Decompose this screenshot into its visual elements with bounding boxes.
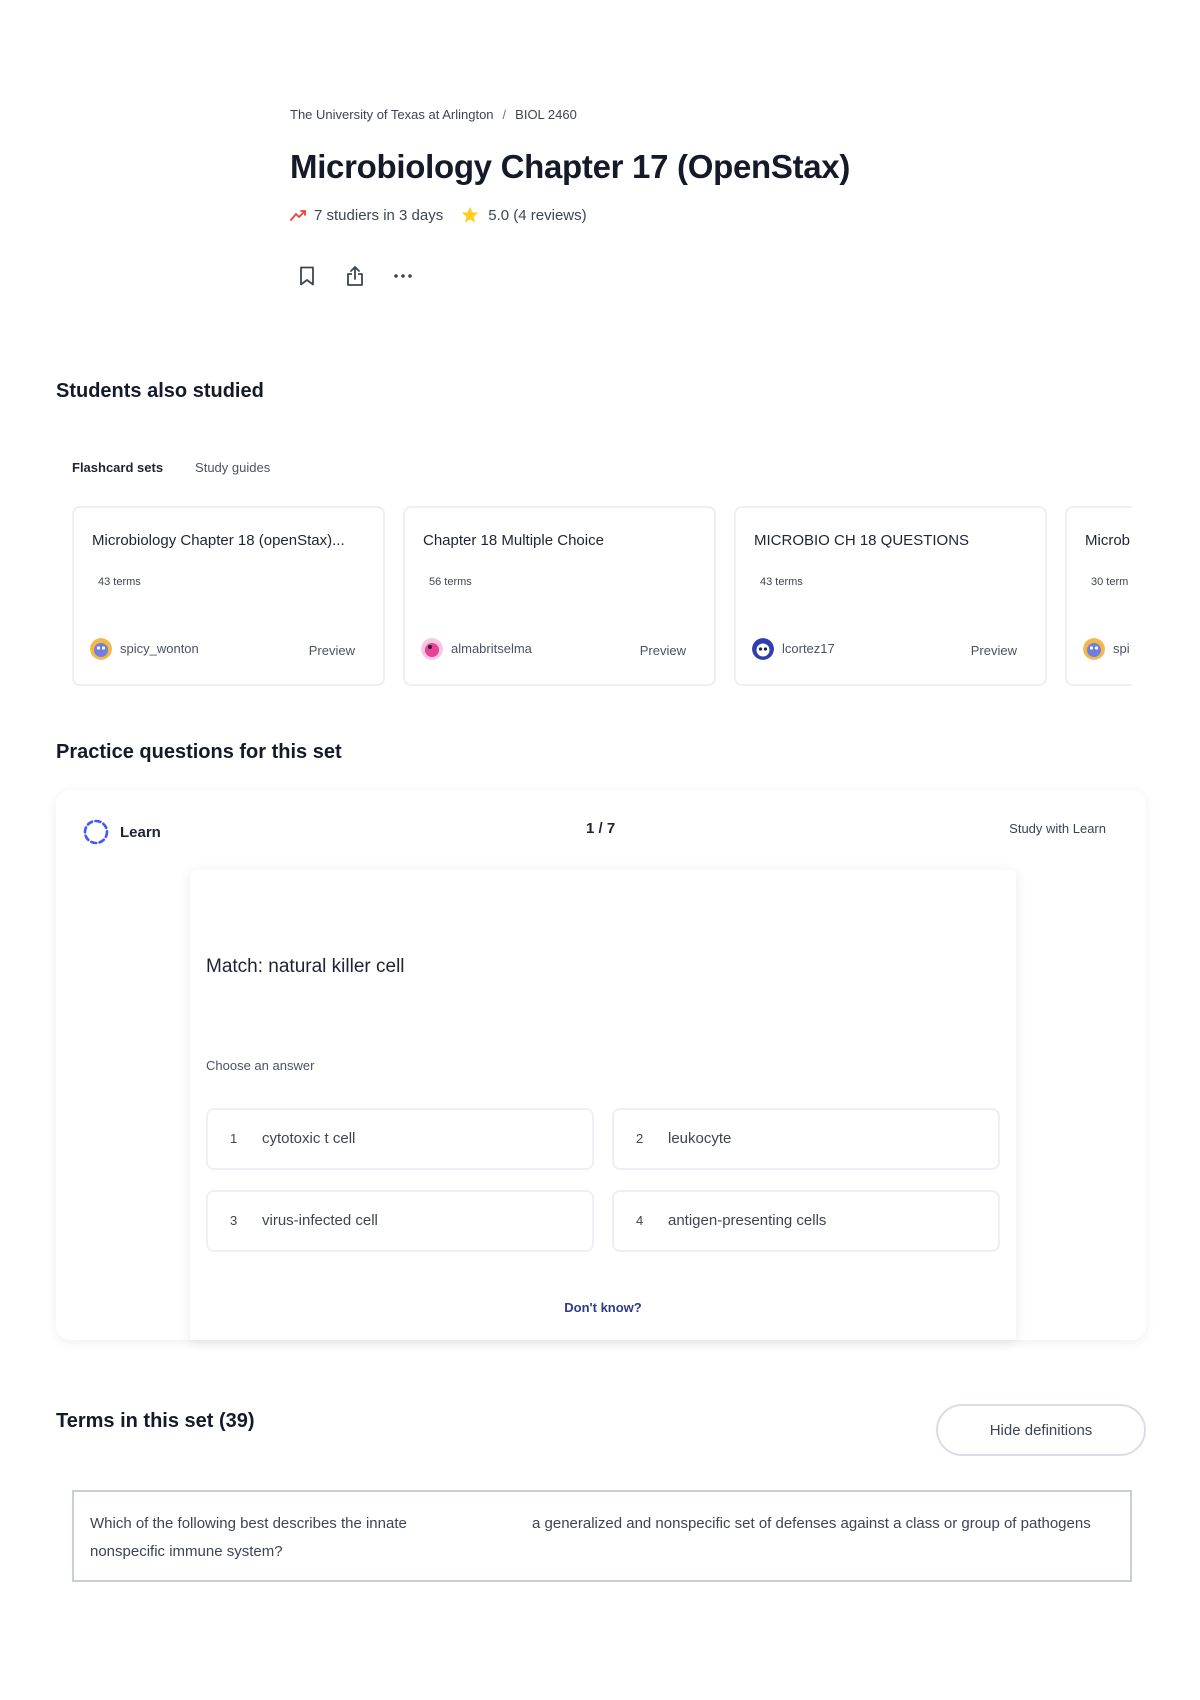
avatar bbox=[90, 638, 112, 660]
learn-mode-label: Learn bbox=[82, 818, 161, 846]
question-progress: 1 / 7 bbox=[586, 820, 616, 837]
card-title: MICROBIO CH 18 QUESTIONS bbox=[754, 532, 970, 549]
breadcrumb: The University of Texas at Arlington / B… bbox=[290, 107, 577, 122]
more-button[interactable] bbox=[392, 264, 414, 288]
question-prompt: Match: natural killer cell bbox=[206, 956, 405, 977]
card-title: Microb bbox=[1085, 532, 1131, 549]
tab-flashcard-sets[interactable]: Flashcard sets bbox=[72, 460, 163, 475]
bookmark-icon bbox=[300, 266, 314, 286]
option-number: 2 bbox=[636, 1131, 644, 1146]
set-meta: 7 studiers in 3 days 5.0 (4 reviews) bbox=[290, 206, 587, 224]
dont-know-button[interactable]: Don't know? bbox=[190, 1300, 1016, 1315]
option-text: antigen-presenting cells bbox=[668, 1212, 827, 1229]
card-term-count: 43 terms bbox=[98, 576, 141, 588]
card-term-count: 30 term bbox=[1091, 576, 1129, 588]
avatar bbox=[752, 638, 774, 660]
page-title: Microbiology Chapter 17 (OpenStax) bbox=[290, 148, 851, 185]
related-set-card[interactable]: MICROBIO CH 18 QUESTIONS 43 terms lcorte… bbox=[734, 506, 1047, 686]
card-title: Microbiology Chapter 18 (openStax)... bbox=[92, 532, 345, 549]
avatar bbox=[421, 638, 443, 660]
card-title: Chapter 18 Multiple Choice bbox=[423, 532, 604, 549]
related-set-card[interactable]: Microb 30 term spi bbox=[1065, 506, 1132, 686]
terms-title: Terms in this set (39) bbox=[56, 1410, 255, 1432]
card-username[interactable]: lcortez17 bbox=[782, 641, 835, 656]
definition-text: a generalized and nonspecific set of def… bbox=[532, 1515, 1091, 1532]
answer-option-2[interactable]: 2 leukocyte bbox=[612, 1108, 1000, 1170]
term-text: Which of the following best describes th… bbox=[90, 1515, 407, 1560]
avatar bbox=[1083, 638, 1105, 660]
answer-option-4[interactable]: 4 antigen-presenting cells bbox=[612, 1190, 1000, 1252]
related-set-card[interactable]: Microbiology Chapter 18 (openStax)... 43… bbox=[72, 506, 385, 686]
card-username[interactable]: almabritselma bbox=[451, 641, 532, 656]
option-number: 1 bbox=[230, 1131, 238, 1146]
related-sets-carousel: Microbiology Chapter 18 (openStax)... 43… bbox=[72, 506, 1132, 690]
breadcrumb-separator: / bbox=[502, 107, 507, 122]
preview-button[interactable]: Preview bbox=[640, 643, 686, 658]
answer-option-3[interactable]: 3 virus-infected cell bbox=[206, 1190, 594, 1252]
option-text: virus-infected cell bbox=[262, 1212, 378, 1229]
answer-option-1[interactable]: 1 cytotoxic t cell bbox=[206, 1108, 594, 1170]
card-username[interactable]: spi bbox=[1113, 641, 1130, 656]
choose-answer-label: Choose an answer bbox=[206, 1058, 315, 1073]
study-with-learn-link[interactable]: Study with Learn bbox=[1009, 821, 1106, 836]
rating[interactable]: 5.0 (4 reviews) bbox=[488, 207, 586, 224]
trending-icon bbox=[290, 210, 306, 221]
learn-icon bbox=[83, 819, 109, 845]
card-term-count: 56 terms bbox=[429, 576, 472, 588]
star-icon bbox=[462, 206, 479, 223]
card-term-count: 43 terms bbox=[760, 576, 803, 588]
breadcrumb-course[interactable]: BIOL 2460 bbox=[515, 107, 577, 122]
term-row: Which of the following best describes th… bbox=[72, 1490, 1132, 1582]
share-icon bbox=[347, 266, 363, 286]
practice-panel: Learn 1 / 7 Study with Learn Match: natu… bbox=[56, 790, 1146, 1340]
hide-definitions-button[interactable]: Hide definitions bbox=[936, 1404, 1146, 1456]
card-username[interactable]: spicy_wonton bbox=[120, 641, 199, 656]
tab-study-guides[interactable]: Study guides bbox=[195, 460, 270, 475]
option-text: leukocyte bbox=[668, 1130, 732, 1147]
share-button[interactable] bbox=[344, 264, 366, 288]
bookmark-button[interactable] bbox=[296, 264, 318, 288]
preview-button[interactable]: Preview bbox=[971, 643, 1017, 658]
learn-mode-text: Learn bbox=[120, 823, 161, 841]
students-also-studied-title: Students also studied bbox=[56, 380, 264, 402]
set-actions bbox=[296, 264, 414, 288]
option-text: cytotoxic t cell bbox=[262, 1130, 356, 1147]
related-tabs: Flashcard sets Study guides bbox=[72, 460, 270, 475]
more-icon bbox=[394, 274, 412, 278]
preview-button[interactable]: Preview bbox=[309, 643, 355, 658]
option-number: 4 bbox=[636, 1213, 644, 1228]
option-number: 3 bbox=[230, 1213, 238, 1228]
breadcrumb-school[interactable]: The University of Texas at Arlington bbox=[290, 107, 494, 122]
related-set-card[interactable]: Chapter 18 Multiple Choice 56 terms alma… bbox=[403, 506, 716, 686]
practice-title: Practice questions for this set bbox=[56, 741, 342, 763]
studiers-count: 7 studiers in 3 days bbox=[314, 206, 444, 224]
question-card: Match: natural killer cell Choose an ans… bbox=[190, 870, 1016, 1340]
